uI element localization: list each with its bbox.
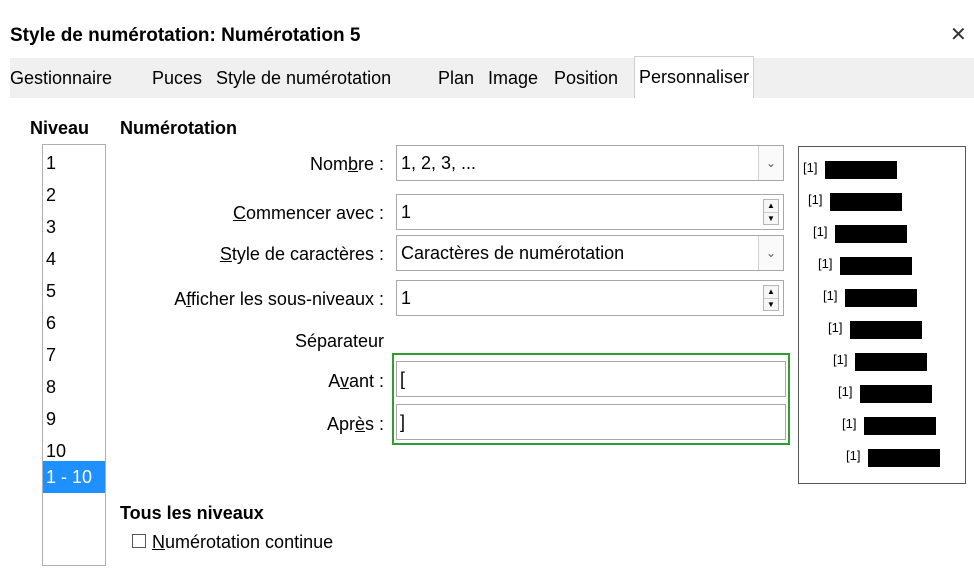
show-sublevels-label: Afficher les sous-niveaux : (174, 289, 384, 309)
number-label: Nombre : (309, 154, 384, 174)
level-item[interactable]: 1 (43, 147, 105, 179)
after-input[interactable]: ] (396, 404, 786, 440)
after-value: ] (400, 412, 406, 432)
start-with-value: 1 (401, 202, 412, 222)
spinner-buttons[interactable]: ▲ ▼ (763, 285, 779, 311)
title-bar: Style de numérotation: Numérotation 5 ✕ (0, 0, 974, 51)
level-item[interactable]: 2 (43, 179, 105, 211)
separator-label: Séparateur (294, 331, 384, 351)
level-item[interactable]: 9 (43, 403, 105, 435)
numbering-header: Numérotation (120, 118, 237, 138)
char-style-value: Caractères de numérotation (401, 243, 625, 263)
window-title: Style de numérotation: Numérotation 5 (10, 25, 361, 46)
tab-puces[interactable]: Puces (152, 58, 202, 98)
tab-personnaliser[interactable]: Personnaliser (634, 56, 755, 99)
all-levels-header: Tous les niveaux (120, 503, 264, 523)
level-item[interactable]: 6 (43, 307, 105, 339)
checkbox-icon[interactable] (132, 534, 146, 549)
spinner-buttons[interactable]: ▲ ▼ (763, 199, 779, 225)
tab-style-de-numerotation[interactable]: Style de numérotation (216, 58, 391, 98)
continuous-numbering-checkbox[interactable]: Numérotation continue (132, 532, 333, 553)
show-sublevels-value: 1 (401, 288, 412, 308)
close-icon[interactable]: ✕ (950, 22, 967, 47)
tab-image[interactable]: Image (488, 58, 538, 98)
show-sublevels-spinner[interactable]: 1 ▲ ▼ (396, 280, 784, 316)
tab-position[interactable]: Position (554, 58, 618, 98)
level-list[interactable]: 1 2 3 4 5 6 7 8 9 10 1 - 10 (42, 144, 106, 566)
level-item-selected[interactable]: 1 - 10 (43, 461, 105, 493)
number-dropdown[interactable]: 1, 2, 3, ... ⌄ (396, 145, 784, 181)
tab-gestionnaire[interactable]: Gestionnaire (10, 58, 112, 98)
char-style-label: Style de caractères : (219, 244, 384, 264)
chevron-down-icon[interactable]: ⌄ (758, 236, 783, 270)
char-style-dropdown[interactable]: Caractères de numérotation ⌄ (396, 235, 784, 271)
before-value: [ (400, 369, 406, 389)
level-item[interactable]: 8 (43, 371, 105, 403)
level-item[interactable]: 7 (43, 339, 105, 371)
level-item[interactable]: 4 (43, 243, 105, 275)
start-with-spinner[interactable]: 1 ▲ ▼ (396, 194, 784, 230)
numbering-preview: [1] [1] [1] [1] [1] [1] [1] [1] [1] [1] (798, 146, 966, 484)
spin-down-icon[interactable]: ▼ (764, 298, 778, 311)
before-label: Avant : (328, 371, 384, 391)
level-item[interactable]: 3 (43, 211, 105, 243)
spin-down-icon[interactable]: ▼ (764, 212, 778, 225)
spin-up-icon[interactable]: ▲ (764, 200, 778, 212)
tab-bar: Gestionnaire Puces Style de numérotation… (10, 56, 974, 99)
tab-plan[interactable]: Plan (438, 58, 474, 98)
before-input[interactable]: [ (396, 361, 786, 397)
level-header: Niveau (30, 118, 90, 138)
chevron-down-icon[interactable]: ⌄ (758, 146, 783, 180)
spin-up-icon[interactable]: ▲ (764, 286, 778, 298)
number-value: 1, 2, 3, ... (401, 153, 477, 173)
after-label: Après : (326, 414, 384, 434)
start-with-label: Commencer avec : (232, 203, 384, 223)
level-item[interactable]: 5 (43, 275, 105, 307)
